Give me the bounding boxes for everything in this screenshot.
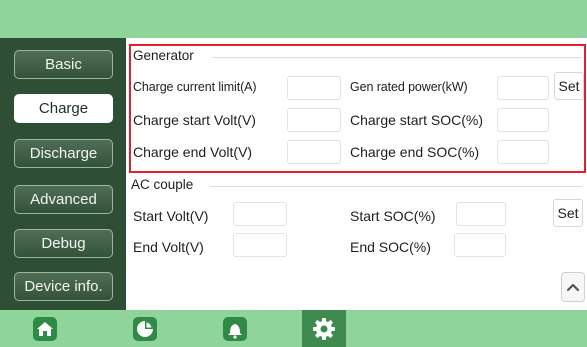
start-volt-label: Start Volt(V) [133,208,209,224]
charge-start-soc-input[interactable] [497,108,549,132]
charge-current-limit-input[interactable] [287,76,341,100]
charge-end-soc-label: Charge end SOC(%) [350,144,480,160]
nav-tab-home[interactable] [28,310,62,347]
nav-tab-settings[interactable] [302,310,346,347]
scroll-up-button[interactable] [561,272,585,302]
sidebar-item-basic[interactable]: Basic [14,50,113,79]
sidebar-item-advanced[interactable]: Advanced [14,185,113,214]
charge-end-volt-label: Charge end Volt(V) [133,144,253,160]
generator-set-button[interactable]: Set [554,72,584,100]
start-soc-input[interactable] [456,202,506,226]
charge-start-volt-label: Charge start Volt(V) [133,112,256,128]
home-icon [33,316,57,341]
charge-end-volt-input[interactable] [287,140,341,164]
charge-end-soc-input[interactable] [497,140,549,164]
nav-tab-statistics[interactable] [128,310,162,347]
end-volt-input[interactable] [233,233,287,257]
chevron-up-icon [566,283,580,292]
ac-couple-set-button[interactable]: Set [553,199,583,227]
charge-start-soc-label: Charge start SOC(%) [350,112,484,128]
section-divider [210,186,582,187]
sidebar: Basic Charge Discharge Advanced Debug De… [0,38,126,310]
gear-icon [313,317,335,340]
end-soc-label: End SOC(%) [350,239,431,255]
charge-start-volt-input[interactable] [287,108,341,132]
end-volt-label: End Volt(V) [133,239,204,255]
bottom-nav-bar [0,310,587,347]
ac-couple-section-title: AC couple [131,177,194,192]
generator-section-title: Generator [133,48,194,63]
start-volt-input[interactable] [233,202,287,226]
top-bar [0,0,587,38]
gen-rated-power-label: Gen rated power(kW) [350,80,468,94]
start-soc-label: Start SOC(%) [350,208,436,224]
sidebar-item-device-info[interactable]: Device info. [14,272,113,301]
sidebar-item-charge[interactable]: Charge [14,94,113,123]
sidebar-item-debug[interactable]: Debug [14,229,113,258]
section-divider [212,57,582,58]
pie-chart-icon [133,316,157,341]
charge-current-limit-label: Charge current limit(A) [133,80,257,94]
gen-rated-power-input[interactable] [497,76,549,100]
bell-icon [223,316,247,341]
sidebar-item-discharge[interactable]: Discharge [14,139,113,168]
end-soc-input[interactable] [454,233,506,257]
nav-tab-alarms[interactable] [218,310,252,347]
